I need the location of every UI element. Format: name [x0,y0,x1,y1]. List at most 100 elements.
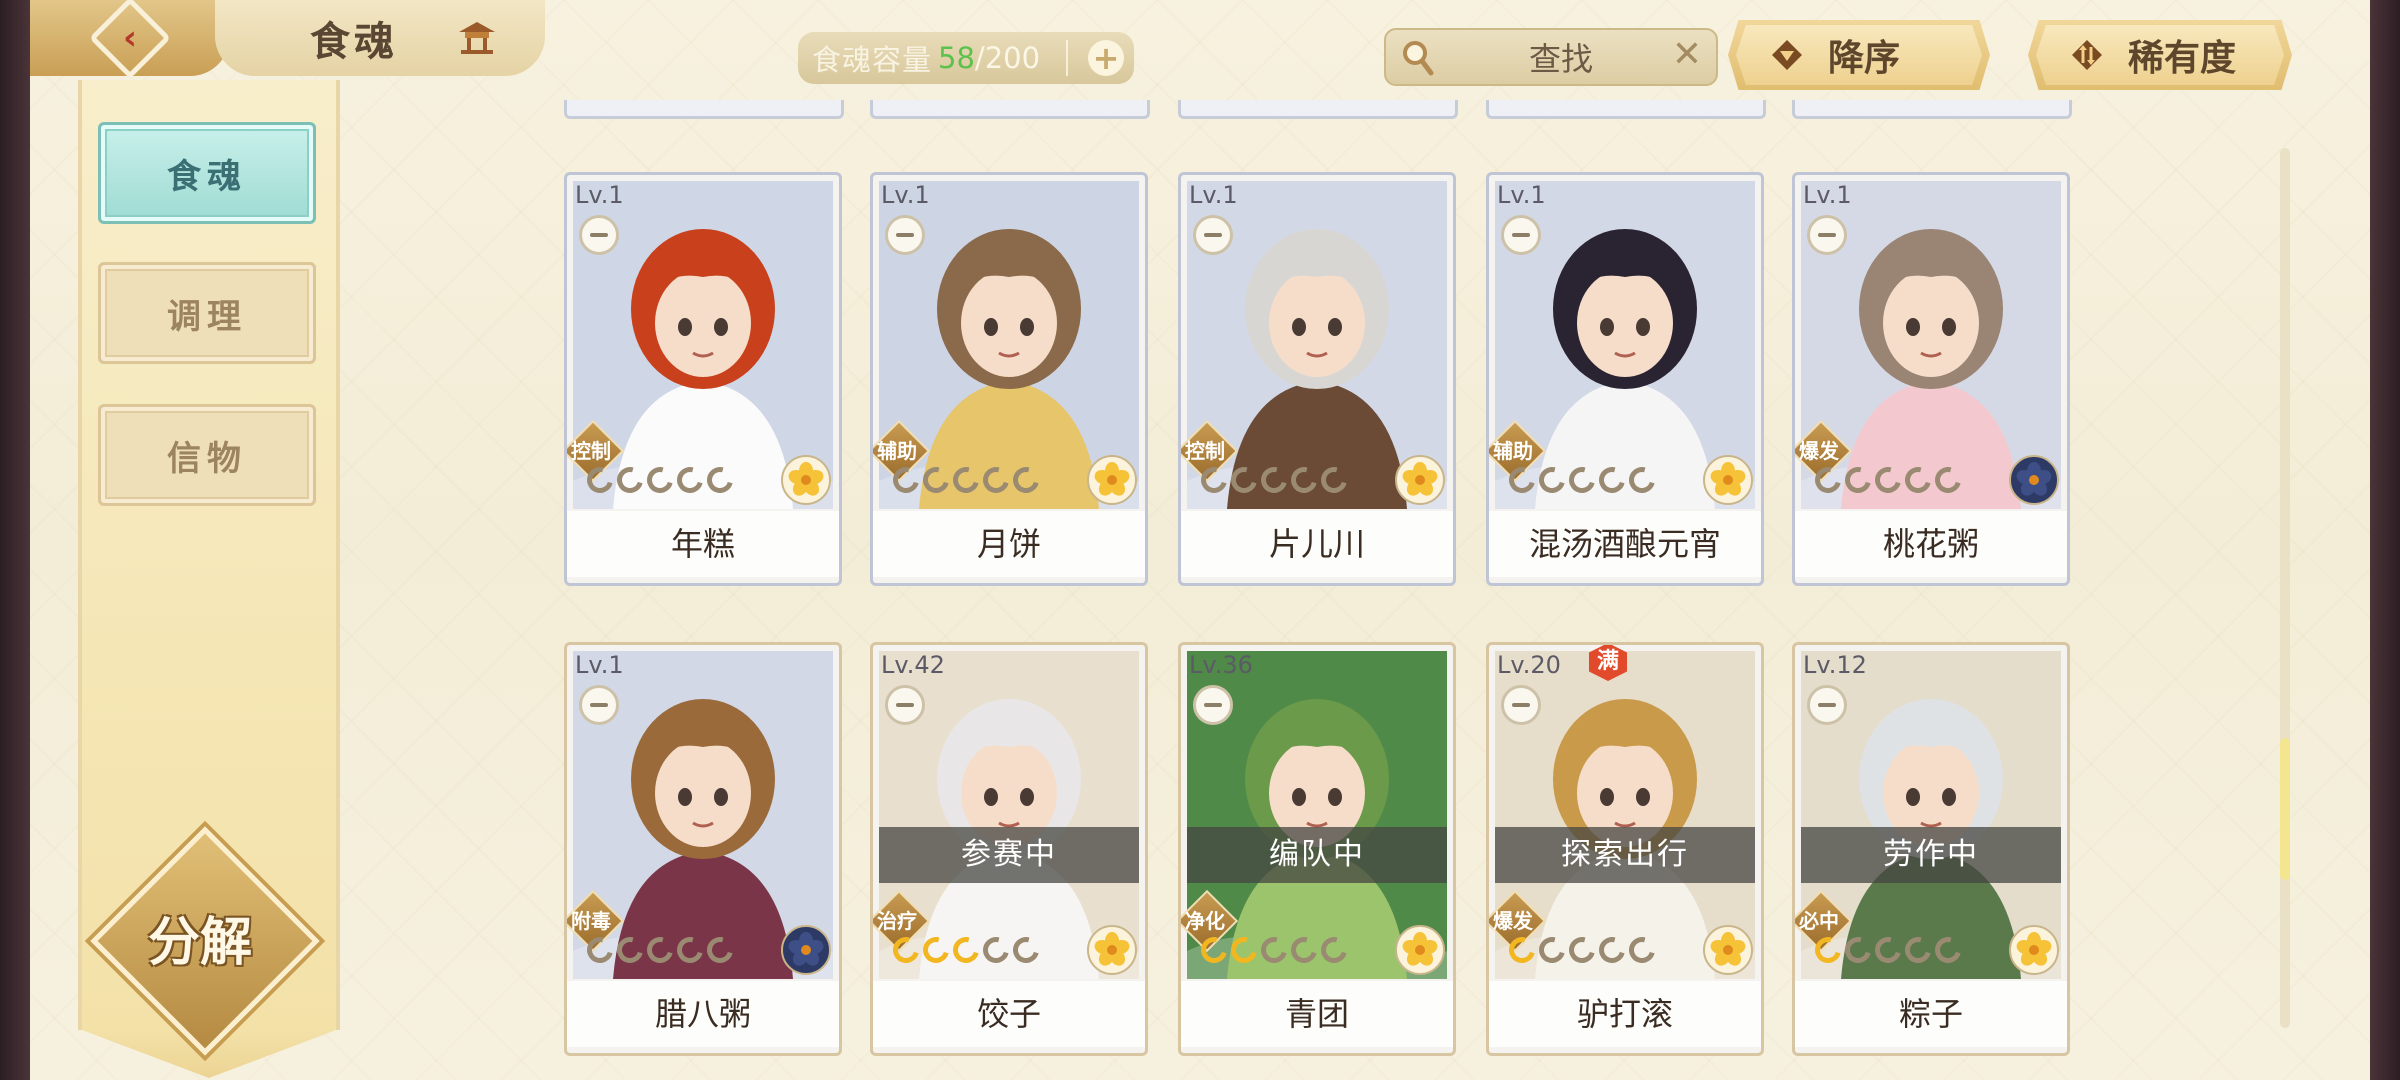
sidebar-item-food-souls[interactable]: 食魂 [98,122,316,224]
partial-card[interactable] [1486,100,1766,119]
blue-flower-icon [781,925,831,975]
star-icon [1594,462,1630,498]
back-arrow-icon: ‹ [88,0,172,80]
star-icon [642,932,678,968]
role-label: 治疗 [877,909,917,933]
food-soul-card[interactable]: Lv.1 辅助 月饼 [870,172,1148,586]
level-label: Lv.12 [1803,651,1867,679]
character-name: 桃花粥 [1795,511,2067,577]
star-icon [1564,462,1600,498]
food-soul-card[interactable]: 探索出行 Lv.20 满爆发 驴打滚 [1486,642,1764,1056]
character-name: 驴打滚 [1489,981,1761,1047]
star-icon [1870,932,1906,968]
level-label: Lv.1 [1189,181,1238,209]
scrollbar-thumb[interactable] [2280,738,2290,880]
star-icon [1196,462,1232,498]
star-icon [582,932,618,968]
lock-toggle-icon[interactable] [579,215,619,255]
star-rating [1504,462,1660,499]
partial-card[interactable] [564,100,844,119]
star-icon [1900,932,1936,968]
sidebar-item-conditioning[interactable]: 调理 [98,262,316,364]
star-icon [1840,462,1876,498]
lock-toggle-icon[interactable] [1501,215,1541,255]
level-label: Lv.1 [575,181,624,209]
decompose-label[interactable]: 分解 [110,900,290,975]
character-name: 年糕 [567,511,839,577]
partial-card[interactable] [1178,100,1458,119]
sort-field-button[interactable]: 稀有度 [2028,20,2292,90]
status-badge: 编队中 [1187,827,1447,883]
star-icon [1534,932,1570,968]
back-button[interactable]: ‹ [30,0,230,80]
food-soul-card[interactable]: 参赛中 Lv.42 治疗饺子 [870,642,1148,1056]
sort-order-button[interactable]: 降序 [1728,20,1990,90]
role-label: 爆发 [1799,439,1839,463]
role-label: 控制 [571,439,611,463]
character-name: 饺子 [873,981,1145,1047]
star-icon [1256,462,1292,498]
search-box[interactable]: 查找 ✕ [1384,28,1718,86]
star-icon [1870,462,1906,498]
level-label: Lv.1 [1497,181,1546,209]
star-icon [1504,932,1540,968]
role-label: 必中 [1799,909,1839,933]
lock-toggle-icon[interactable] [1807,215,1847,255]
clear-search-icon[interactable]: ✕ [1672,37,1702,73]
star-icon [1534,462,1570,498]
lock-toggle-icon[interactable] [1501,685,1541,725]
add-capacity-button[interactable]: + [1088,40,1124,76]
gold-flower-icon [1087,455,1137,505]
lock-toggle-icon[interactable] [579,685,619,725]
star-icon [1286,932,1322,968]
star-icon [1226,462,1262,498]
partial-card[interactable] [870,100,1150,119]
level-label: Lv.1 [881,181,930,209]
star-rating [888,462,1044,499]
lock-toggle-icon[interactable] [1193,215,1233,255]
status-badge: 参赛中 [879,827,1139,883]
food-soul-card[interactable]: 编队中 Lv.36 净化 青团 [1178,642,1456,1056]
star-icon [948,932,984,968]
capacity-total: /200 [974,41,1041,75]
level-label: Lv.42 [881,651,945,679]
character-name: 片儿川 [1181,511,1453,577]
star-rating [888,932,1044,969]
star-rating [582,462,738,499]
star-icon [582,462,618,498]
food-soul-card[interactable]: Lv.1 控制 片儿川 [1178,172,1456,586]
character-name: 月饼 [873,511,1145,577]
role-label: 辅助 [1493,439,1533,463]
star-rating [1810,932,1966,969]
star-icon [1008,932,1044,968]
food-soul-card[interactable]: Lv.1 爆发 桃花粥 [1792,172,2070,586]
sort-toggle-icon [2072,40,2102,70]
sidebar-item-keepsakes[interactable]: 信物 [98,404,316,506]
star-icon [1008,462,1044,498]
star-icon [1316,462,1352,498]
food-soul-card[interactable]: Lv.1 附毒 腊八粥 [564,642,842,1056]
scrollbar-track[interactable] [2280,148,2290,1028]
food-soul-card[interactable]: Lv.1 辅助 混汤酒酿元宵 [1486,172,1764,586]
lock-toggle-icon[interactable] [1807,685,1847,725]
star-rating [1196,932,1352,969]
pavilion-icon[interactable] [457,20,497,54]
star-icon [948,462,984,498]
lock-toggle-icon[interactable] [885,215,925,255]
gold-flower-icon [1703,925,1753,975]
level-label: Lv.1 [575,651,624,679]
sort-order-label: 降序 [1828,37,1901,79]
star-icon [702,932,738,968]
partial-card[interactable] [1792,100,2072,119]
star-rating [1504,932,1660,969]
food-soul-card[interactable]: Lv.1 控制年糕 [564,172,842,586]
food-soul-card[interactable]: 劳作中 Lv.12 必中 粽子 [1792,642,2070,1056]
gold-flower-icon [781,455,831,505]
star-icon [1624,932,1660,968]
star-rating [1196,462,1352,499]
character-name: 青团 [1181,981,1453,1047]
star-icon [1930,932,1966,968]
star-icon [978,932,1014,968]
lock-toggle-icon[interactable] [1193,685,1233,725]
lock-toggle-icon[interactable] [885,685,925,725]
